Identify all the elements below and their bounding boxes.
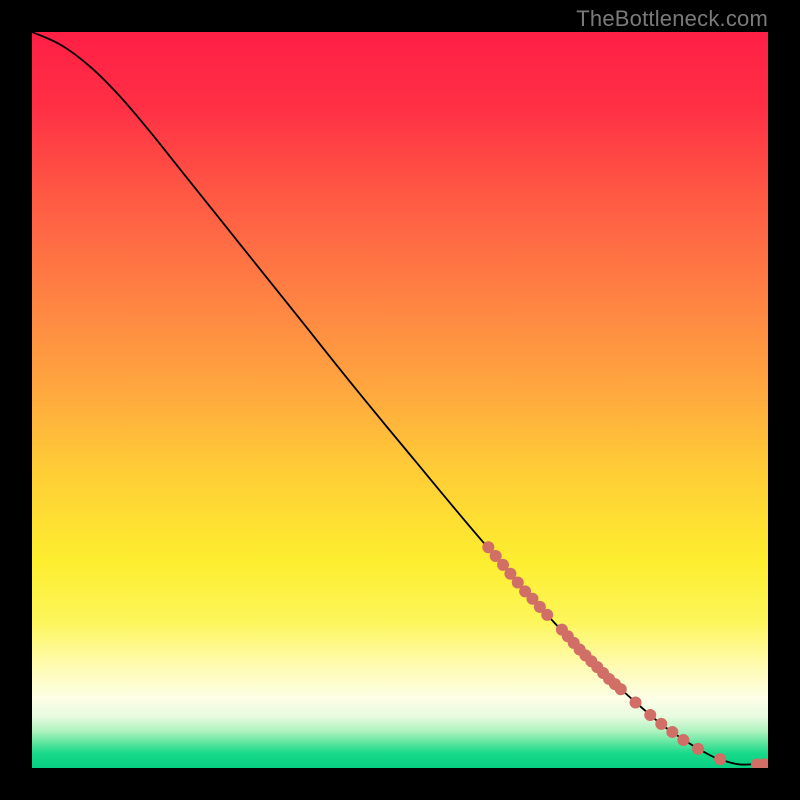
data-point: [655, 718, 667, 730]
watermark-text: TheBottleneck.com: [576, 6, 768, 32]
data-point: [714, 753, 726, 765]
data-point: [677, 734, 689, 746]
data-point: [541, 609, 553, 621]
plot-area: [32, 32, 768, 768]
data-point: [630, 697, 642, 709]
data-point: [692, 743, 704, 755]
data-point: [666, 726, 678, 738]
chart-background: [32, 32, 768, 768]
data-point: [644, 709, 656, 721]
data-point: [615, 683, 627, 695]
chart-frame: TheBottleneck.com: [0, 0, 800, 800]
chart-svg: [32, 32, 768, 768]
